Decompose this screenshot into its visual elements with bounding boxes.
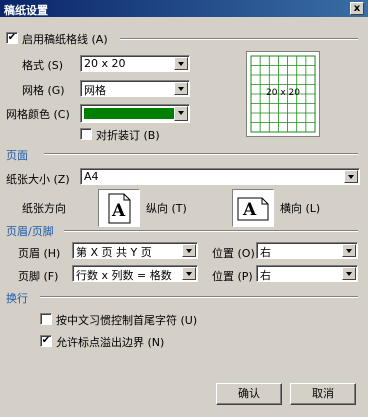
divider — [44, 153, 358, 155]
fold-checkbox[interactable] — [80, 128, 92, 140]
header-footer-section-title: 页眉/页脚 — [6, 225, 54, 238]
divider — [120, 38, 358, 40]
check-mark-icon: ✔ — [41, 335, 51, 346]
footer-position-label: 位置 (P) — [212, 270, 253, 283]
paper-size-select[interactable]: A4 — [80, 168, 360, 185]
divider — [64, 230, 358, 232]
header-select[interactable]: 第 X 页 共 Y 页 — [72, 242, 198, 259]
portrait-letter: A — [112, 201, 126, 221]
check-mark-icon: ✔ — [7, 32, 17, 43]
color-swatch — [84, 108, 174, 119]
cancel-button[interactable]: 取消 — [290, 383, 356, 405]
footer-position-value: 右 — [260, 269, 271, 282]
ok-button[interactable]: 确认 — [216, 383, 282, 405]
wrap-option2-label: 允许标点溢出边界 (N) — [56, 336, 165, 349]
orientation-label: 纸张方向 — [22, 202, 66, 215]
fold-label: 对折装订 (B) — [96, 129, 160, 142]
landscape-label: 横向 (L) — [280, 202, 321, 215]
wrap-section-title: 换行 — [6, 292, 28, 305]
title-bar: 稿纸设置 x — [0, 0, 368, 17]
format-value: 20 x 20 — [84, 57, 126, 70]
window-title: 稿纸设置 — [4, 4, 48, 17]
grid-value: 网格 — [84, 84, 106, 97]
wrap-option1-label: 按中文习惯控制首尾字符 (U) — [56, 314, 198, 327]
grid-color-label: 网格颜色 (C) — [6, 108, 70, 121]
footer-position-select[interactable]: 右 — [256, 265, 358, 282]
page-section-title: 页面 — [6, 149, 28, 162]
paper-size-value: A4 — [84, 170, 99, 183]
landscape-letter: A — [243, 200, 257, 220]
grid-select[interactable]: 网格 — [80, 80, 190, 97]
grid-preview: 20 x 20 — [246, 51, 320, 137]
footer-value: 行数 x 列数 = 格数 — [76, 269, 172, 282]
format-select[interactable]: 20 x 20 — [80, 55, 190, 72]
enable-grid-checkbox[interactable]: ✔ — [6, 32, 18, 44]
grid-color-select[interactable] — [80, 104, 190, 123]
grid-label: 网格 (G) — [22, 84, 65, 97]
enable-grid-label: 启用稿纸格线 (A) — [22, 33, 108, 46]
wrap-option2-checkbox[interactable]: ✔ — [40, 335, 52, 347]
dropdown-arrow-icon[interactable] — [182, 244, 196, 257]
portrait-label: 纵向 (T) — [146, 202, 187, 215]
dropdown-arrow-icon[interactable] — [174, 106, 188, 121]
dropdown-arrow-icon[interactable] — [174, 82, 188, 95]
wrap-option1-checkbox[interactable] — [40, 313, 52, 325]
header-value: 第 X 页 共 Y 页 — [76, 246, 152, 259]
header-position-select[interactable]: 右 — [256, 242, 358, 259]
dropdown-arrow-icon[interactable] — [174, 57, 188, 70]
format-label: 格式 (S) — [22, 59, 64, 72]
dropdown-arrow-icon[interactable] — [342, 244, 356, 257]
dropdown-arrow-icon[interactable] — [182, 267, 196, 280]
preview-text: 20 x 20 — [266, 88, 300, 98]
divider — [40, 296, 358, 298]
dropdown-arrow-icon[interactable] — [342, 267, 356, 280]
dropdown-arrow-icon[interactable] — [344, 170, 358, 183]
footer-label: 页脚 (F) — [18, 270, 59, 283]
portrait-option[interactable]: A — [98, 189, 140, 227]
footer-select[interactable]: 行数 x 列数 = 格数 — [72, 265, 198, 282]
header-position-value: 右 — [260, 246, 271, 259]
landscape-option[interactable]: A — [232, 189, 274, 227]
paper-size-label: 纸张大小 (Z) — [6, 173, 70, 186]
close-button[interactable]: x — [350, 2, 364, 15]
header-position-label: 位置 (O) — [212, 247, 255, 260]
header-label: 页眉 (H) — [18, 247, 61, 260]
